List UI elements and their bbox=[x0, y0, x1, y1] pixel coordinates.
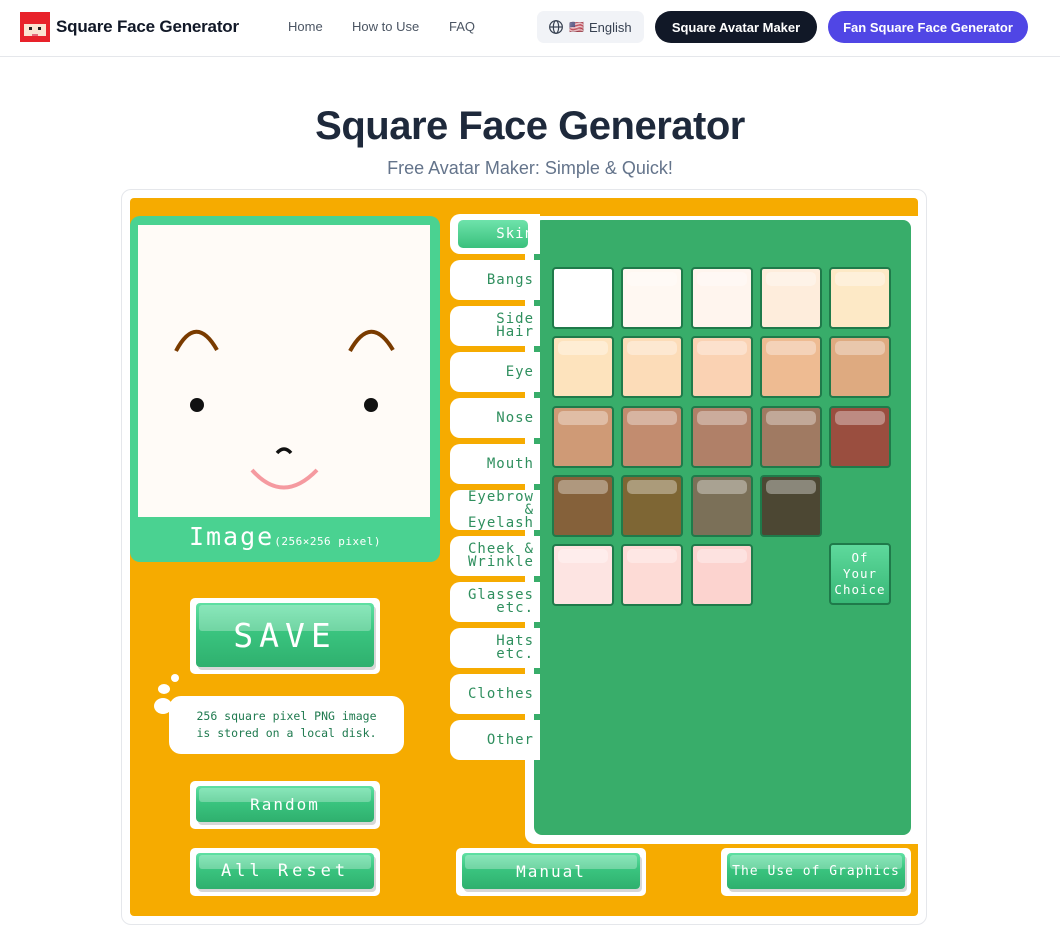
skin-swatch[interactable] bbox=[552, 336, 614, 399]
skin-swatch[interactable] bbox=[829, 336, 892, 399]
page-title: Square Face Generator bbox=[315, 104, 745, 148]
image-preview-panel: Image(256×256 pixel) bbox=[130, 216, 440, 562]
tab-eye[interactable]: Eye bbox=[450, 352, 540, 392]
skin-swatch[interactable] bbox=[621, 267, 684, 329]
left-eye bbox=[190, 398, 204, 412]
skin-swatch[interactable] bbox=[690, 405, 753, 468]
use-of-graphics-button[interactable]: The Use of Graphics bbox=[727, 853, 905, 889]
skin-swatch[interactable] bbox=[690, 336, 753, 399]
skin-swatch[interactable] bbox=[829, 267, 892, 329]
tab-nose[interactable]: Nose bbox=[450, 398, 540, 438]
page-subtitle: Free Avatar Maker: Simple & Quick! bbox=[387, 158, 673, 178]
nav-how-to-use[interactable]: How to Use bbox=[352, 19, 419, 34]
mouth bbox=[250, 468, 319, 490]
tab-side-hair[interactable]: Side Hair bbox=[450, 306, 540, 346]
tab-hats[interactable]: Hats etc. bbox=[450, 628, 540, 668]
language-label: English bbox=[588, 19, 632, 35]
tab-eyebrow-eyelash[interactable]: Eyebrow & Eyelash bbox=[450, 490, 540, 530]
skin-swatch[interactable] bbox=[621, 336, 684, 399]
face-drawing bbox=[174, 329, 395, 490]
nose bbox=[275, 447, 293, 455]
nav-faq[interactable]: FAQ bbox=[449, 19, 475, 34]
tab-glasses[interactable]: Glasses etc. bbox=[450, 582, 540, 622]
tab-bangs[interactable]: Bangs bbox=[450, 260, 540, 300]
all-reset-button[interactable]: All Reset bbox=[196, 853, 374, 889]
skin-swatch[interactable] bbox=[759, 336, 822, 399]
bubble-dot-medium bbox=[158, 684, 170, 694]
skin-swatch[interactable] bbox=[552, 405, 614, 468]
random-button[interactable]: Random bbox=[196, 786, 374, 822]
globe-icon bbox=[549, 20, 563, 34]
custom-color-button[interactable]: Of Your Choice bbox=[829, 543, 891, 605]
nav-home[interactable]: Home bbox=[288, 19, 323, 34]
skin-swatch[interactable] bbox=[690, 267, 753, 329]
face-canvas bbox=[138, 225, 430, 517]
skin-swatch[interactable] bbox=[759, 267, 822, 329]
language-selector[interactable]: 🇺🇸 English bbox=[537, 11, 644, 43]
us-flag-icon: 🇺🇸 bbox=[569, 20, 584, 34]
right-eyebrow bbox=[348, 329, 395, 352]
bubble-dot-small bbox=[171, 674, 179, 682]
save-button-frame: SAVE bbox=[190, 598, 380, 674]
skin-swatch[interactable] bbox=[759, 474, 822, 537]
skin-swatch[interactable] bbox=[621, 474, 684, 537]
tab-clothes[interactable]: Clothes bbox=[450, 674, 540, 714]
tab-cheek-wrinkle[interactable]: Cheek & Wrinkle bbox=[450, 536, 540, 576]
save-button[interactable]: SAVE bbox=[196, 603, 374, 667]
left-eyebrow bbox=[174, 329, 219, 352]
manual-button[interactable]: Manual bbox=[462, 853, 640, 889]
skin-swatch[interactable] bbox=[552, 474, 614, 537]
category-tabs: Skin Bangs Side Hair Eye Nose Mouth Eyeb… bbox=[450, 214, 540, 760]
reset-button-frame: All Reset bbox=[190, 848, 380, 896]
graphics-button-frame: The Use of Graphics bbox=[721, 848, 911, 896]
right-eye bbox=[364, 398, 378, 412]
skin-swatch[interactable] bbox=[829, 405, 892, 468]
brand-name[interactable]: Square Face Generator bbox=[56, 17, 239, 37]
skin-swatch[interactable] bbox=[621, 405, 684, 468]
tab-other[interactable]: Other bbox=[450, 720, 540, 760]
tab-skin[interactable]: Skin bbox=[450, 214, 540, 254]
square-avatar-maker-button[interactable]: Square Avatar Maker bbox=[655, 11, 817, 43]
logo-icon[interactable] bbox=[20, 12, 50, 42]
random-button-frame: Random bbox=[190, 781, 380, 829]
skin-swatch[interactable] bbox=[552, 267, 614, 329]
site-header: Square Face Generator Home How to Use FA… bbox=[0, 0, 1060, 57]
manual-button-frame: Manual bbox=[456, 848, 646, 896]
skin-swatch[interactable] bbox=[759, 405, 822, 468]
fan-square-face-generator-button[interactable]: Fan Square Face Generator bbox=[828, 11, 1028, 43]
skin-swatch[interactable] bbox=[690, 474, 753, 537]
tab-mouth[interactable]: Mouth bbox=[450, 444, 540, 484]
face-generator-app: Image(256×256 pixel) SAVE 256 square pix… bbox=[130, 198, 918, 916]
skin-swatch[interactable] bbox=[621, 544, 684, 607]
image-label: Image(256×256 pixel) bbox=[188, 522, 382, 551]
skin-swatch[interactable] bbox=[690, 544, 753, 607]
skin-swatch[interactable] bbox=[552, 544, 614, 607]
save-tip-bubble: 256 square pixel PNG image is stored on a… bbox=[169, 696, 404, 754]
